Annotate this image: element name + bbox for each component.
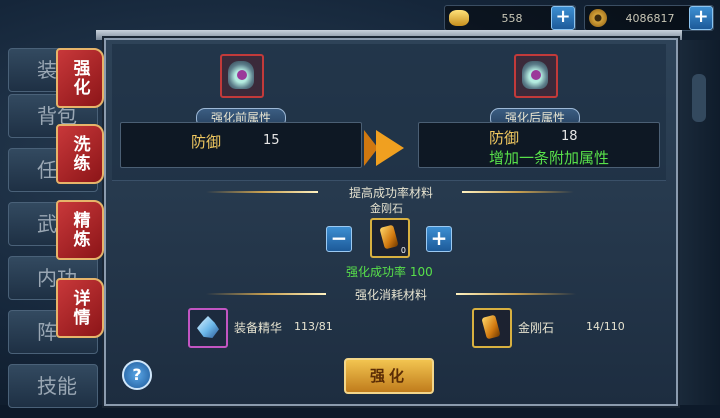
side-menu-item[interactable]: 技能: [8, 364, 98, 408]
gold-ingot-value: 558: [501, 11, 523, 25]
diamond-label: 金刚石: [370, 202, 403, 215]
success-section-title: 提高成功率材料: [348, 186, 433, 200]
tab-reforge[interactable]: 洗练: [56, 124, 104, 184]
diamond-icon: [379, 224, 399, 250]
compare-area: 强化前属性 强化后属性 防御 15 防御 18 增加一条附加属性: [112, 44, 666, 181]
before-attr-box: 防御 15: [120, 122, 362, 168]
diamond-slot[interactable]: 0: [370, 218, 410, 258]
arrow-icon: [376, 130, 404, 166]
essence-name: 装备精华: [234, 321, 283, 335]
currency-bar: 558 + 4086817 +: [444, 4, 714, 32]
gold-ingot-icon: [449, 10, 469, 26]
diamond-cost-slot[interactable]: [472, 308, 512, 348]
coin-value: 4086817: [625, 11, 675, 25]
minus-button[interactable]: −: [326, 226, 352, 252]
before-attr-value: 15: [263, 133, 280, 148]
add-coin-button[interactable]: +: [689, 6, 713, 30]
tab-details[interactable]: 详情: [56, 278, 104, 338]
coin-counter: 4086817 +: [584, 5, 714, 31]
add-gold-button[interactable]: +: [551, 6, 575, 30]
help-button[interactable]: ?: [122, 360, 152, 390]
diamond-count: 0: [400, 246, 406, 255]
diamond-cost-amount: 14/110: [586, 320, 625, 333]
after-attr-value: 18: [561, 129, 578, 144]
essence-amount: 113/81: [294, 320, 333, 333]
diamond-icon: [481, 314, 501, 340]
divider: [462, 191, 574, 193]
divider: [456, 293, 576, 295]
enhance-button[interactable]: 强化: [344, 358, 434, 394]
scrollbar[interactable]: [692, 74, 706, 122]
success-rate-text: 强化成功率 100: [346, 265, 433, 279]
essence-slot[interactable]: [188, 308, 228, 348]
after-attr-name: 防御: [489, 129, 520, 147]
before-attr-name: 防御: [191, 133, 222, 151]
after-attr-box: 防御 18 增加一条附加属性: [418, 122, 660, 168]
plus-button[interactable]: +: [426, 226, 452, 252]
equipment-icon-before: [220, 54, 264, 98]
enhance-panel: 强化前属性 强化后属性 防御 15 防御 18 增加一条附加属性 提高成功率材料…: [104, 38, 678, 406]
tab-refine[interactable]: 精炼: [56, 200, 104, 260]
gold-ingot-counter: 558 +: [444, 5, 576, 31]
coin-icon: [589, 9, 607, 27]
essence-crystal-icon: [197, 316, 219, 338]
tab-enhance[interactable]: 强化: [56, 48, 104, 108]
consume-section-title: 强化消耗材料: [354, 288, 427, 302]
after-extra-text: 增加一条附加属性: [489, 149, 610, 167]
diamond-cost-name: 金刚石: [518, 321, 555, 335]
equipment-icon-after: [514, 54, 558, 98]
